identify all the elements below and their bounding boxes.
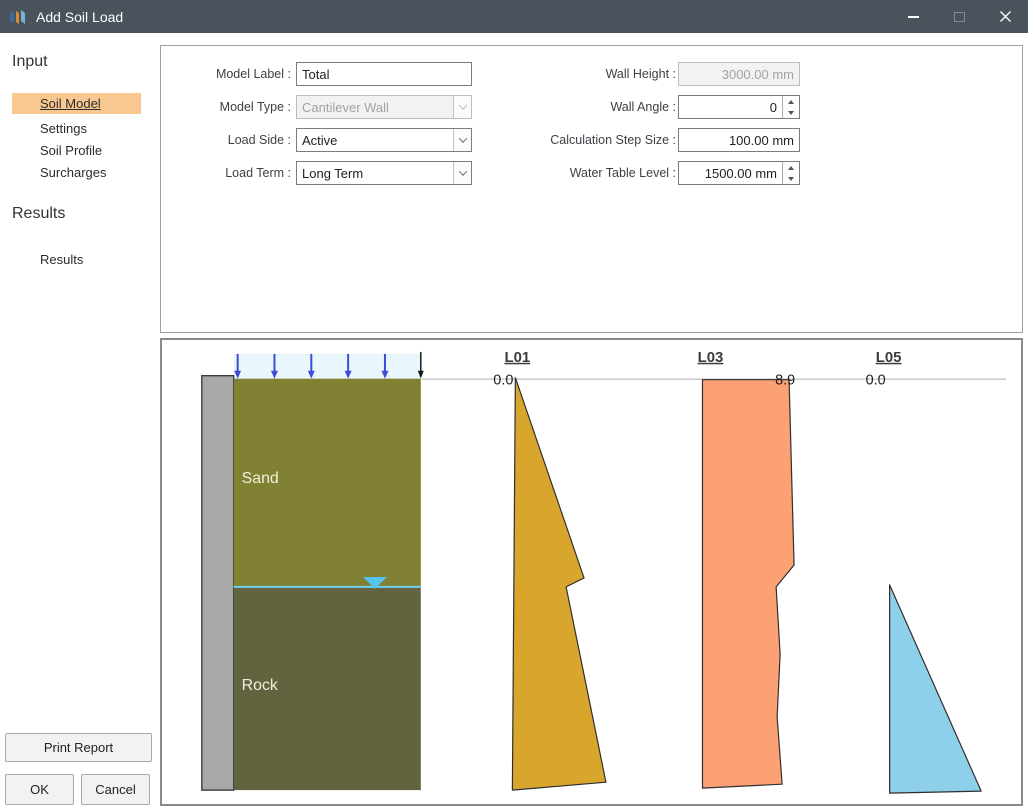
wall-angle-label: Wall Angle : (486, 100, 676, 114)
soil-model-form-panel: Model Label : Wall Height : Model Type :… (160, 45, 1023, 333)
load-side-select[interactable]: Active (296, 128, 472, 152)
wall-angle-spin-down-button[interactable] (783, 107, 799, 118)
sidebar-heading-results: Results (12, 205, 65, 223)
wall-height-label: Wall Height : (486, 67, 676, 81)
load-L01-shape (512, 378, 606, 790)
sidebar-item-surcharges[interactable]: Surcharges (12, 162, 141, 183)
soil-load-diagram: Sand Rock L01 0.0 L03 8.9 L05 0.0 (162, 340, 1021, 804)
load-term-value: Long Term (297, 166, 453, 181)
chevron-down-icon (458, 134, 466, 142)
spinner-up-icon (788, 166, 794, 170)
water-table-spin-down-button[interactable] (783, 173, 799, 184)
load-side-dropdown-button[interactable] (453, 129, 471, 151)
wall-angle-input[interactable] (679, 96, 782, 118)
window-title: Add Soil Load (36, 9, 123, 25)
model-type-select: Cantilever Wall (296, 95, 472, 119)
load-side-label: Load Side : (161, 133, 291, 147)
spinner-down-icon (788, 177, 794, 181)
retaining-wall-shape (202, 376, 234, 790)
load-L03-shape (702, 380, 794, 788)
spinner-up-icon (788, 100, 794, 104)
water-table-level-input[interactable] (679, 162, 782, 184)
maximize-button (936, 0, 982, 33)
load-side-value: Active (297, 133, 453, 148)
wall-height-input (678, 62, 800, 86)
model-type-dropdown-button (453, 96, 471, 118)
model-type-label: Model Type : (161, 100, 291, 114)
sidebar: Input Soil Model Settings Soil Profile S… (0, 33, 160, 810)
calculation-step-size-label: Calculation Step Size : (486, 133, 676, 147)
surcharge-band (234, 354, 421, 379)
water-table-spin-up-button[interactable] (783, 162, 799, 173)
sidebar-heading-input: Input (12, 53, 48, 71)
load-L01-value: 0.0 (493, 373, 513, 389)
load-term-dropdown-button[interactable] (453, 162, 471, 184)
print-report-button[interactable]: Print Report (5, 733, 152, 762)
load-L03-value: 8.9 (775, 373, 795, 389)
load-term-label: Load Term : (161, 166, 291, 180)
water-table-level-label: Water Table Level : (486, 166, 676, 180)
calculation-step-size-input[interactable] (678, 128, 800, 152)
maximize-icon (954, 12, 965, 22)
model-type-value: Cantilever Wall (297, 100, 453, 115)
close-icon (999, 10, 1012, 23)
load-L05-shape (890, 585, 982, 793)
sidebar-item-results[interactable]: Results (12, 249, 141, 270)
load-L03-label: L03 (698, 350, 724, 366)
model-label-label: Model Label : (161, 67, 291, 81)
load-L05-value: 0.0 (866, 373, 886, 389)
minimize-button[interactable] (890, 0, 936, 33)
chevron-down-icon (458, 167, 466, 175)
chevron-down-icon (458, 101, 466, 109)
rock-layer-label: Rock (242, 677, 278, 694)
sidebar-item-soil-model[interactable]: Soil Model (12, 93, 141, 114)
wall-angle-spin-up-button[interactable] (783, 96, 799, 107)
cancel-button[interactable]: Cancel (81, 774, 150, 805)
load-L05-label: L05 (876, 350, 902, 366)
spinner-down-icon (788, 111, 794, 115)
wall-angle-stepper (678, 95, 800, 119)
window-controls (890, 0, 1028, 33)
model-label-input[interactable] (296, 62, 472, 86)
soil-load-diagram-panel: Sand Rock L01 0.0 L03 8.9 L05 0.0 (160, 338, 1023, 806)
titlebar: Add Soil Load (0, 0, 1028, 33)
sand-layer-label: Sand (242, 470, 279, 487)
water-table-level-stepper (678, 161, 800, 185)
sidebar-item-soil-profile[interactable]: Soil Profile (12, 140, 141, 161)
ok-button[interactable]: OK (5, 774, 74, 805)
load-L01-label: L01 (504, 350, 530, 366)
sidebar-item-settings[interactable]: Settings (12, 118, 141, 139)
minimize-icon (908, 16, 919, 18)
app-logo-icon (9, 9, 27, 25)
close-button[interactable] (982, 0, 1028, 33)
load-term-select[interactable]: Long Term (296, 161, 472, 185)
